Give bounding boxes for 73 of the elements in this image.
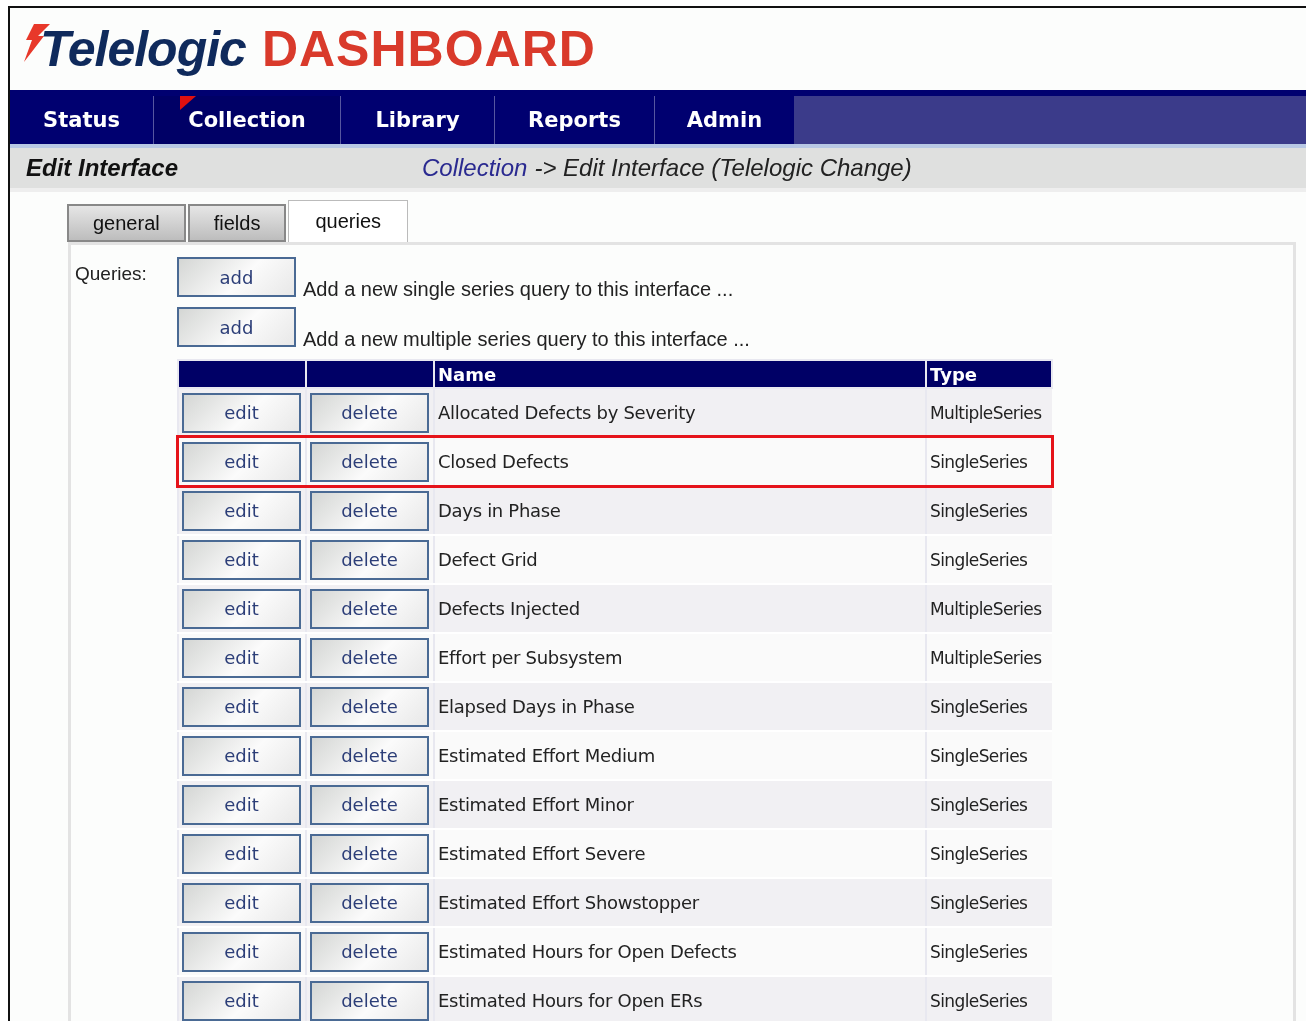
corner-triangle-icon [180,96,196,110]
edit-button[interactable]: edit [182,833,301,874]
query-type: SingleSeries [930,892,1028,913]
query-name: Elapsed Days in Phase [438,696,635,717]
column-header: Type [926,360,1052,388]
delete-button[interactable]: delete [310,686,429,727]
nav-tab[interactable]: Library [340,96,494,144]
add-description: Add a new single series query to this interface ... [303,278,734,301]
tab[interactable]: general [67,204,186,242]
nav-tab[interactable]: Reports [494,96,654,144]
column-header: Name [434,360,926,388]
breadcrumb-link[interactable]: Collection [422,154,528,182]
queries-label: Queries: [75,262,148,285]
product-title: DASHBOARD [261,20,596,78]
delete-button[interactable]: delete [310,539,429,580]
delete-button[interactable]: delete [310,441,429,482]
delete-button[interactable]: delete [310,882,429,923]
query-name: Estimated Effort Minor [438,794,634,815]
query-type: MultipleSeries [930,647,1042,668]
edit-button[interactable]: edit [182,392,301,433]
delete-button[interactable]: delete [310,490,429,531]
nav-tab[interactable]: Admin [654,96,794,144]
query-name: Estimated Effort Severe [438,843,646,864]
query-type: SingleSeries [930,549,1028,570]
delete-button[interactable]: delete [310,588,429,629]
edit-button[interactable]: edit [182,637,301,678]
edit-button[interactable]: edit [182,735,301,776]
edit-button[interactable]: edit [182,931,301,972]
query-type: MultipleSeries [930,598,1042,619]
query-name: Estimated Effort Medium [438,745,655,766]
delete-button[interactable]: delete [310,735,429,776]
add-button[interactable]: add [177,257,296,297]
query-type: SingleSeries [930,500,1028,521]
edit-button[interactable]: edit [182,490,301,531]
brand-logo-text: Telelogic [40,20,246,78]
edit-button[interactable]: edit [182,686,301,727]
delete-button[interactable]: delete [310,392,429,433]
query-type: SingleSeries [930,990,1028,1011]
query-name: Defects Injected [438,598,580,619]
delete-button[interactable]: delete [310,931,429,972]
add-description: Add a new multiple series query to this interface ... [303,328,750,351]
query-name: Effort per Subsystem [438,647,623,668]
query-type: SingleSeries [930,696,1028,717]
query-type: SingleSeries [930,941,1028,962]
add-button[interactable]: add [177,307,296,347]
delete-button[interactable]: delete [310,980,429,1021]
breadcrumb-text: -> Edit Interface (Telelogic Change) [534,154,912,182]
edit-button[interactable]: edit [182,882,301,923]
query-type: SingleSeries [930,843,1028,864]
query-name: Estimated Hours for Open ERs [438,990,703,1011]
edit-button[interactable]: edit [182,980,301,1021]
edit-button[interactable]: edit [182,588,301,629]
tab[interactable]: fields [187,204,287,242]
query-type: MultipleSeries [930,402,1042,423]
delete-button[interactable]: delete [310,637,429,678]
query-name: Estimated Hours for Open Defects [438,941,737,962]
edit-button[interactable]: edit [182,784,301,825]
query-name: Closed Defects [438,451,569,472]
tab[interactable]: queries [288,200,409,242]
query-name: Days in Phase [438,500,561,521]
query-type: SingleSeries [930,451,1028,472]
query-name: Allocated Defects by Severity [438,402,696,423]
delete-button[interactable]: delete [310,833,429,874]
delete-button[interactable]: delete [310,784,429,825]
edit-button[interactable]: edit [182,441,301,482]
query-type: SingleSeries [930,794,1028,815]
nav-tab[interactable]: Status [10,96,153,144]
nav-tab[interactable]: Collection [153,96,340,144]
query-name: Estimated Effort Showstopper [438,892,699,913]
edit-button[interactable]: edit [182,539,301,580]
query-type: SingleSeries [930,745,1028,766]
page-title: Edit Interface [25,154,180,182]
query-name: Defect Grid [438,549,538,570]
